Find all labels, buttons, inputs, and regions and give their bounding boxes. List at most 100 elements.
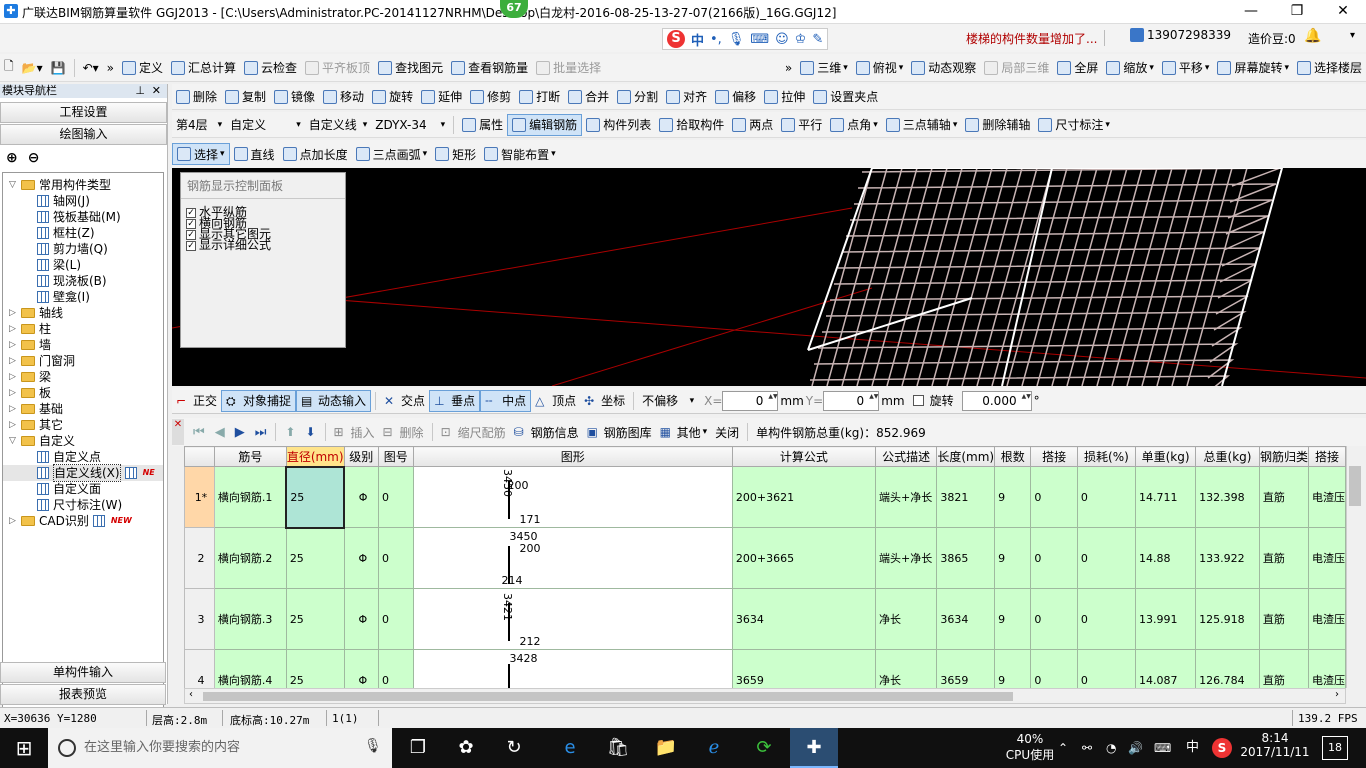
table-cell-unit-wt[interactable]: 14.88 [1134, 527, 1197, 589]
expand-icon[interactable]: ▷ [9, 305, 18, 321]
tree-node[interactable]: 现浇板(B) [3, 273, 163, 289]
table-cell-desc[interactable]: 净长 [875, 588, 938, 650]
table-cell-formula[interactable]: 200+3621 [731, 466, 877, 528]
tree-node[interactable]: 自定义线(X) NE [3, 464, 163, 482]
scroll-left-icon[interactable]: ‹ [189, 689, 193, 700]
list-button[interactable]: 构件列表 [582, 114, 655, 136]
table-cell-name[interactable]: 横向钢筋.1 [213, 466, 287, 528]
move-up-icon[interactable]: ⬆ [285, 425, 295, 439]
column-header[interactable]: 筋号 [213, 446, 287, 467]
table-cell-desc[interactable]: 端头+净长 [875, 466, 938, 528]
y-input[interactable]: 0 [823, 390, 880, 411]
table-row[interactable]: 1* 横向钢筋.1 25 Φ 0 3450 200 171 200+3621 端头+净长 3821 9… [184, 465, 1346, 529]
column-header[interactable]: 总重(kg) [1195, 446, 1260, 467]
tree-node[interactable]: 壁龛(I) [3, 289, 163, 305]
dimension-button[interactable]: 尺寸标注 ▾ [1034, 114, 1114, 136]
column-header[interactable]: 搭接 [1030, 446, 1078, 467]
merge-button[interactable]: 合并 [564, 86, 613, 108]
table-row[interactable]: 4 横向钢筋.4 25 Φ 0 3428 3659 净长 3659 9 0 0 14.087 126.78… [184, 649, 1346, 688]
display-checkbox[interactable]: ✓ 显示详细公式 [181, 239, 345, 251]
tree-node[interactable]: ▷ 梁 [3, 369, 163, 385]
two-point-button[interactable]: 两点 [728, 114, 777, 136]
move-button[interactable]: 移动 [319, 86, 368, 108]
table-cell-desc[interactable]: 净长 [875, 649, 938, 688]
expand-icon[interactable]: ▷ [9, 353, 18, 369]
ime-punct[interactable]: •, [710, 32, 722, 47]
new-file-icon[interactable]: 🗋 [0, 57, 18, 79]
tree-node[interactable]: ▷ 柱 [3, 321, 163, 337]
arc-button[interactable]: 三点画弧 ▾ [352, 143, 432, 165]
split-button[interactable]: 分割 [613, 86, 662, 108]
network-icon[interactable]: ⚯ [1082, 728, 1092, 768]
close-table-button[interactable]: 关闭 [711, 424, 743, 441]
table-cell-lap[interactable]: 0 [1030, 466, 1078, 528]
table-cell-lap[interactable]: 0 [1030, 588, 1078, 650]
save-icon[interactable]: 💾 [47, 57, 70, 79]
table-cell-len[interactable]: 3634 [936, 588, 996, 650]
insert-button[interactable]: ⊞ 插入 [330, 424, 379, 441]
table-cell-loss[interactable]: 0 [1076, 466, 1136, 528]
360-app-icon[interactable]: ⟳ [740, 728, 788, 768]
binoculars-button[interactable]: 查找图元 [374, 57, 447, 79]
sigma-button[interactable]: 汇总计算 [167, 57, 240, 79]
table-cell-lap[interactable]: 0 [1030, 527, 1078, 589]
prev-record-icon[interactable]: ◀ [215, 425, 225, 440]
table-cell-class[interactable]: 直筋 [1258, 649, 1310, 688]
scale-rebar-button[interactable]: ⊡ 缩尺配筋 [437, 424, 510, 441]
overflow-chevron-icon[interactable]: » [103, 57, 118, 79]
pan-button[interactable]: 平移 ▾ [1158, 57, 1214, 79]
tree-node[interactable]: ▷ 墙 [3, 337, 163, 353]
table-cell-name[interactable]: 横向钢筋.4 [213, 649, 287, 688]
pin-icon[interactable]: ⊥ [135, 84, 145, 98]
table-row[interactable]: 2 横向钢筋.2 25 Φ 0 3450 200 214 200+3665 端头+净长 3865 9 0… [184, 527, 1346, 589]
rebar-library-button[interactable]: ▣ 钢筋图库 [583, 424, 656, 441]
table-cell-fig[interactable]: 0 [378, 466, 414, 528]
row-number[interactable]: 1* [184, 466, 215, 528]
row-number[interactable]: 3 [184, 588, 215, 650]
local-3d-button[interactable]: 局部三维 [980, 57, 1053, 79]
table-cell-dia[interactable]: 25 [285, 527, 345, 589]
close-icon[interactable]: ✕ [152, 84, 161, 98]
view-rebar-button[interactable]: 查看钢筋量 [447, 57, 532, 79]
action-center-icon[interactable]: 18 [1322, 736, 1348, 760]
single-component-input-button[interactable]: 单构件输入 [0, 662, 166, 683]
scroll-thumb[interactable] [203, 692, 1013, 701]
vertex-snap[interactable]: △ 顶点 [531, 392, 580, 409]
table-cell-fig[interactable]: 0 [378, 649, 414, 688]
point-length-button[interactable]: 点加长度 [279, 143, 352, 165]
table-cell-name[interactable]: 横向钢筋.3 [213, 588, 287, 650]
three-point-axis-button[interactable]: 三点辅轴 ▾ [882, 114, 962, 136]
tree-node[interactable]: 梁(L) [3, 257, 163, 273]
table-cell-unit-wt[interactable]: 14.087 [1134, 649, 1197, 688]
expand-icon[interactable]: ▷ [9, 321, 18, 337]
table-cell-lap-type[interactable]: 电渣压 [1308, 466, 1346, 528]
table-cell-dia[interactable]: 25 [285, 588, 345, 650]
rect-button[interactable]: 矩形 [431, 143, 480, 165]
tree-node[interactable]: ▷ CAD识别 NEW [3, 513, 163, 529]
table-cell-total-wt[interactable]: 133.922 [1195, 527, 1260, 589]
table-cell-name[interactable]: 横向钢筋.2 [213, 527, 287, 589]
sogou-tray-icon[interactable]: S [1212, 738, 1232, 758]
expand-icon[interactable]: ▷ [9, 337, 18, 353]
table-cell-lap-type[interactable]: 电渣压 [1308, 588, 1346, 650]
rebar-info-button[interactable]: ⛁ 钢筋信息 [510, 424, 583, 441]
column-header[interactable]: 公式描述 [875, 446, 938, 467]
tree-node[interactable]: 自定义点 [3, 449, 163, 465]
collapse-all-icon[interactable]: ⊖ [28, 150, 40, 166]
dynamic-input-toggle[interactable]: ▤ 动态输入 [296, 389, 372, 412]
point-angle-button[interactable]: 点角 ▾ [826, 114, 882, 136]
vertical-scrollbar[interactable] [1346, 446, 1364, 688]
perpendicular-snap[interactable]: ⊥ 垂点 [429, 389, 481, 412]
column-header[interactable]: 单重(kg) [1134, 446, 1197, 467]
table-cell-grade[interactable]: Φ [343, 527, 380, 589]
column-header[interactable]: 钢筋归类 [1258, 446, 1310, 467]
close-icon[interactable]: ✕ [172, 419, 184, 445]
expand-all-icon[interactable]: ⊕ [6, 150, 18, 166]
open-folder-icon[interactable]: 📂▾ [18, 57, 47, 79]
restore-button[interactable]: ❐ [1274, 0, 1320, 24]
column-header[interactable]: 图号 [378, 446, 414, 467]
keyboard-icon[interactable]: ⌨ [1154, 728, 1171, 768]
tree-node[interactable]: ▷ 门窗洞 [3, 353, 163, 369]
expand-icon[interactable]: ▷ [9, 369, 18, 385]
scroll-thumb[interactable] [1349, 466, 1361, 506]
